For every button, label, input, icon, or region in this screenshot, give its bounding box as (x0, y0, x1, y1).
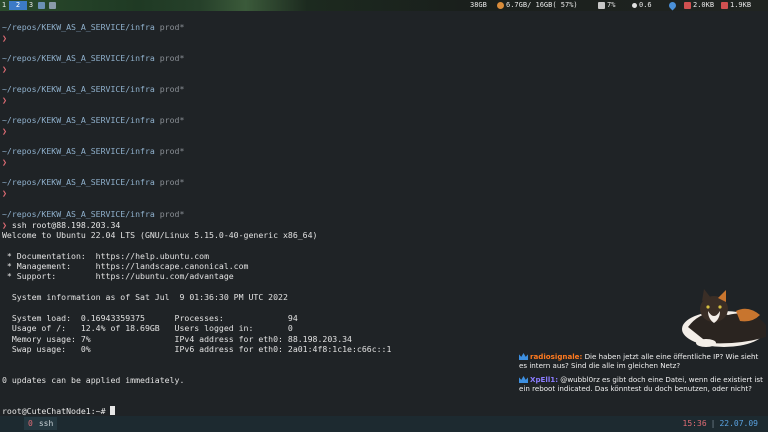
cpu-usage-value: 7% (607, 1, 616, 9)
root-prompt-line[interactable]: root@CuteChatNode1:~# (2, 406, 116, 416)
tmux-time: 15:36 (682, 419, 707, 428)
updates-line: 0 updates can be applied immediately. (2, 375, 185, 385)
chat-username: XpEll1: (530, 375, 559, 384)
top-bar: 1 2 3 38GB 6.7GB/ 16GB( 57%) 7% 0.6 2.0K… (0, 0, 768, 11)
subscriber-badge-icon (519, 376, 528, 383)
workspace-1[interactable]: 1 (1, 1, 7, 10)
prompt-char: ❯ (2, 95, 7, 105)
network-icon (667, 0, 678, 11)
cat-eye-left (706, 305, 710, 309)
terminal-cursor (110, 406, 116, 415)
prompt-line: ~/repos/KEKW_AS_A_SERVICE/infra prod* (2, 53, 185, 63)
chat-message: radiosignale: Die haben jetzt alle eine … (516, 352, 766, 370)
cpu-usage: 7% (598, 0, 615, 11)
broadcaster-badge-icon (519, 353, 528, 360)
tmux-date: 22.07.09 (719, 419, 758, 428)
swap-usage-line: Swap usage: 0% IPv6 address for eth0: 2a… (2, 344, 392, 354)
ssh-command-line: ❯ ssh root@88.198.203.34 (2, 220, 121, 230)
cat-paw (696, 339, 716, 347)
prompt-line: ~/repos/KEKW_AS_A_SERVICE/infra prod* (2, 146, 185, 156)
management-line: * Management: https://landscape.canonica… (2, 261, 249, 271)
network-download-value: 2.0KB (693, 1, 715, 9)
load-icon (632, 3, 637, 8)
prompt-char: ❯ (2, 33, 7, 43)
prompt-line: ~/repos/KEKW_AS_A_SERVICE/infra prod* (2, 115, 185, 125)
welcome-line: Welcome to Ubuntu 22.04 LTS (GNU/Linux 5… (2, 230, 318, 240)
memory-icon (497, 2, 504, 9)
upload-icon (721, 2, 728, 9)
tmux-status-bar: 0 ssh 15:36 | 22.07.09 (0, 416, 768, 432)
tmux-clock: 15:36 | 22.07.09 (683, 417, 758, 431)
workspace-2-label: 2 (15, 1, 21, 9)
disk-usage-value: 38GB (470, 1, 487, 9)
chat-username: radiosignale: (530, 352, 583, 361)
chat-message: XpEll1: @wubbl0rz es gibt doch eine Date… (516, 375, 766, 393)
workspace-2[interactable]: 2 (9, 1, 27, 10)
workspace-3[interactable]: 3 (28, 1, 34, 10)
prompt-line: ~/repos/KEKW_AS_A_SERVICE/infra prod* (2, 84, 185, 94)
cat-webcam-overlay (682, 289, 766, 347)
network-download: 2.0KB (684, 0, 714, 11)
load-average: 0.6 (632, 0, 652, 11)
documentation-line: * Documentation: https://help.ubuntu.com (2, 251, 210, 261)
system-load-line: System load: 0.16943359375 Processes: 94 (2, 313, 298, 323)
memory-usage-value: 6.7GB/ 16GB( 57%) (506, 1, 578, 9)
tmux-window-index: 0 (28, 419, 33, 428)
prompt-line: ~/repos/KEKW_AS_A_SERVICE/infra prod* (2, 22, 185, 32)
cpu-icon (598, 2, 605, 9)
memory-usage-line: Memory usage: 7% IPv4 address for eth0: … (2, 334, 352, 344)
cat-eye-right (718, 305, 722, 309)
disk-usage-line: Usage of /: 12.4% of 18.69GB Users logge… (2, 323, 293, 333)
tmux-window-tab[interactable]: 0 ssh (24, 417, 58, 430)
prompt-char: ❯ (2, 126, 7, 136)
network-upload: 1.9KB (721, 0, 751, 11)
prompt-char: ❯ (2, 157, 7, 167)
memory-usage: 6.7GB/ 16GB( 57%) (497, 0, 578, 11)
load-average-value: 0.6 (639, 1, 652, 9)
workspace-5-icon[interactable] (49, 2, 56, 9)
prompt-line: ~/repos/KEKW_AS_A_SERVICE/infra prod* (2, 177, 185, 187)
prompt-line: ~/repos/KEKW_AS_A_SERVICE/infra prod* (2, 209, 185, 219)
prompt-char: ❯ (2, 64, 7, 74)
network-icon-wrap (667, 0, 678, 11)
workspace-4-icon[interactable] (38, 2, 45, 9)
download-icon (684, 2, 691, 9)
tmux-separator: | (710, 419, 716, 428)
tmux-window-name: ssh (38, 419, 54, 428)
sysinfo-line: System information as of Sat Jul 9 01:36… (2, 292, 288, 302)
support-line: * Support: https://ubuntu.com/advantage (2, 271, 234, 281)
network-upload-value: 1.9KB (730, 1, 752, 9)
disk-usage: 38GB (470, 0, 487, 11)
prompt-char: ❯ (2, 188, 7, 198)
